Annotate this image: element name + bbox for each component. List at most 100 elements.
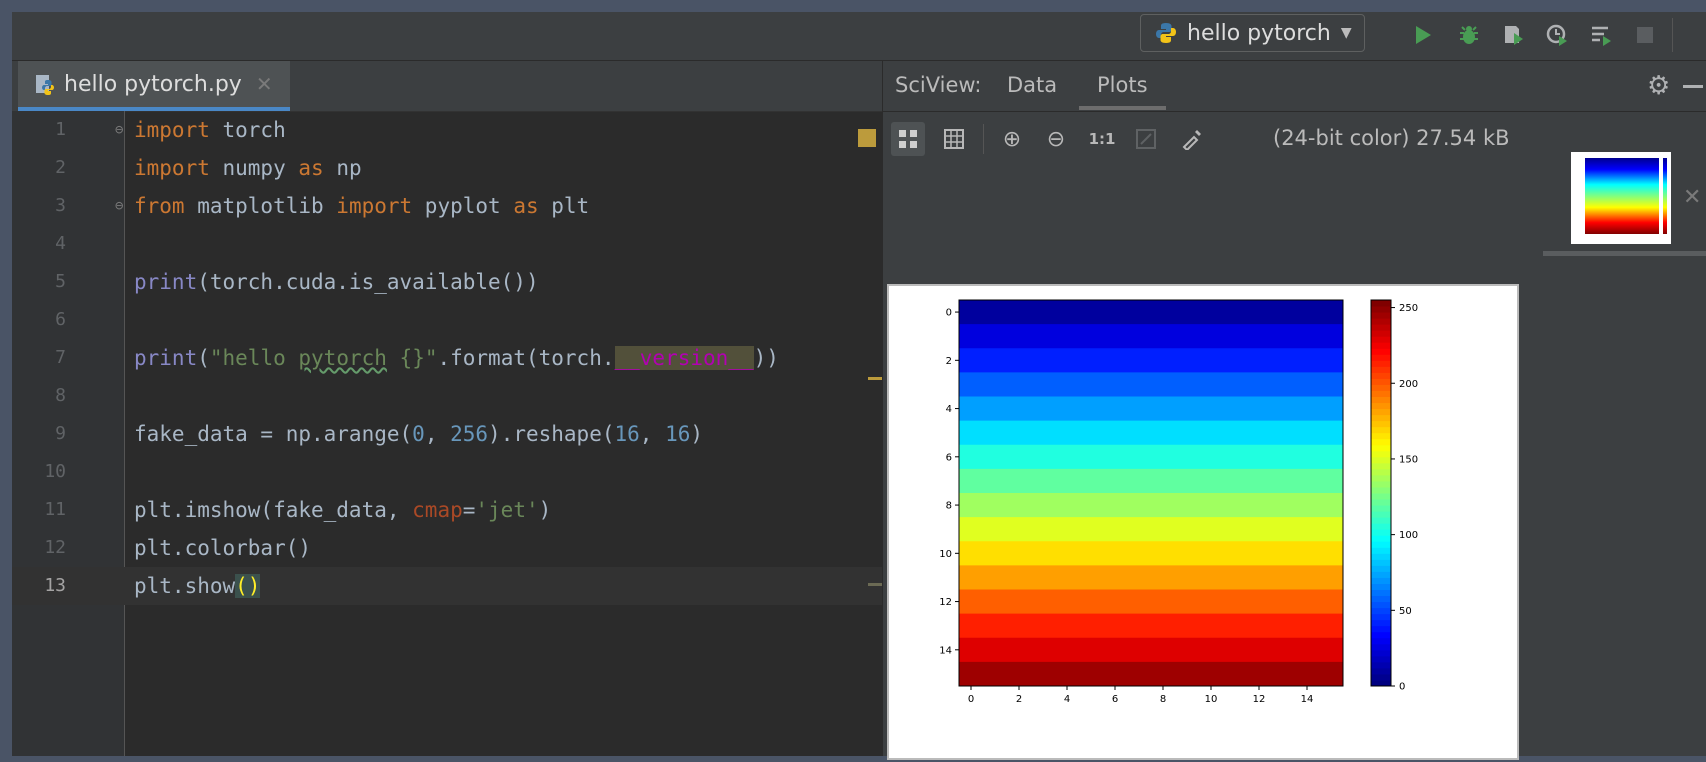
code-text: import numpy as np bbox=[134, 156, 362, 180]
heatmap-row bbox=[959, 468, 1343, 494]
python-icon bbox=[1156, 23, 1176, 43]
colorbar-segment bbox=[1371, 637, 1391, 645]
colorbar-segment bbox=[1371, 499, 1391, 506]
image-info: (24-bit color) 27.54 kB bbox=[1273, 126, 1510, 150]
colorbar-segment bbox=[1371, 390, 1391, 397]
colorbar-tick-label: 50 bbox=[1399, 606, 1412, 617]
code-line[interactable]: 4 bbox=[12, 225, 882, 263]
fit-to-window-icon[interactable] bbox=[891, 122, 925, 156]
code-line[interactable]: 9 fake_data = np.arange(0, 256).reshape(… bbox=[12, 415, 882, 453]
colorbar-segment bbox=[1371, 601, 1391, 609]
grid-icon[interactable] bbox=[937, 122, 971, 156]
colorbar-segment bbox=[1371, 306, 1391, 313]
color-picker-icon[interactable] bbox=[1175, 122, 1209, 156]
colorbar-segment bbox=[1371, 378, 1391, 385]
colorbar-segment bbox=[1371, 456, 1391, 464]
tab-data[interactable]: Data bbox=[1007, 73, 1057, 97]
y-tick-label: 6 bbox=[946, 452, 952, 463]
x-tick-label: 4 bbox=[1064, 694, 1070, 705]
tab-plots[interactable]: Plots bbox=[1079, 73, 1166, 110]
colorbar-segment bbox=[1371, 607, 1391, 615]
fit-zoom-icon[interactable] bbox=[1129, 122, 1163, 156]
colorbar-segment bbox=[1371, 366, 1391, 373]
tab-hello-pytorch-py[interactable]: hello pytorch.py ✕ bbox=[18, 61, 290, 111]
colorbar-tick-label: 0 bbox=[1399, 682, 1405, 693]
colorbar-tick-label: 250 bbox=[1399, 303, 1418, 314]
colorbar-segment bbox=[1371, 312, 1391, 319]
code-line[interactable]: 11 plt.imshow(fake_data, cmap='jet') bbox=[12, 491, 882, 529]
debug-icon[interactable] bbox=[1454, 20, 1484, 50]
line-number: 7 bbox=[55, 347, 66, 368]
warning-indicator[interactable] bbox=[858, 129, 876, 147]
x-tick-label: 14 bbox=[1301, 694, 1314, 705]
colorbar-segment bbox=[1371, 360, 1391, 367]
heatmap-row bbox=[959, 637, 1343, 663]
code-line[interactable]: 5 print(torch.cuda.is_available()) bbox=[12, 263, 882, 301]
coverage-icon[interactable] bbox=[1498, 20, 1528, 50]
colorbar-tick-label: 100 bbox=[1399, 530, 1418, 541]
ide-window: hello pytorch ▼ hello pytorch.py ✕ 1 ⊖ i… bbox=[12, 12, 1706, 760]
heatmap-row bbox=[959, 396, 1343, 422]
fold-icon[interactable]: ⊖ bbox=[115, 111, 123, 149]
colorbar-segment bbox=[1371, 583, 1391, 590]
heatmap-row bbox=[959, 348, 1343, 373]
colorbar-segment bbox=[1371, 589, 1391, 597]
code-line[interactable]: 7 print("hello pytorch {}".format(torch.… bbox=[12, 339, 882, 377]
heatmap-row bbox=[959, 541, 1343, 566]
run-configuration-selector[interactable]: hello pytorch ▼ bbox=[1140, 14, 1365, 52]
code-text: from matplotlib import pyplot as plt bbox=[134, 194, 590, 218]
colorbar-segment bbox=[1371, 673, 1391, 681]
line-number: 3 bbox=[55, 195, 66, 216]
gear-icon[interactable]: ⚙ bbox=[1647, 71, 1670, 101]
y-tick-label: 14 bbox=[939, 645, 952, 656]
code-line[interactable]: 1 ⊖ import torch bbox=[12, 111, 882, 149]
colorbar-segment bbox=[1371, 324, 1391, 331]
code-text: plt.imshow(fake_data, cmap='jet') bbox=[134, 498, 552, 522]
minimize-icon[interactable] bbox=[1683, 85, 1703, 88]
close-icon[interactable]: ✕ bbox=[1683, 185, 1701, 210]
heatmap-row bbox=[959, 565, 1343, 590]
heatmap-row bbox=[959, 444, 1343, 470]
code-line[interactable]: 8 bbox=[12, 377, 882, 415]
zoom-in-icon[interactable]: ⊕ bbox=[995, 122, 1029, 156]
plot-thumbnail[interactable] bbox=[1571, 152, 1671, 244]
colorbar-segment bbox=[1371, 643, 1391, 651]
code-line[interactable]: 3 ⊖ from matplotlib import pyplot as plt bbox=[12, 187, 882, 225]
zoom-out-icon[interactable]: ⊖ bbox=[1039, 122, 1073, 156]
actual-size-button[interactable]: 1:1 bbox=[1085, 122, 1119, 156]
colorbar-segment bbox=[1371, 426, 1391, 434]
line-number: 11 bbox=[44, 499, 66, 520]
x-tick-label: 0 bbox=[968, 694, 974, 705]
concurrency-icon[interactable] bbox=[1586, 20, 1616, 50]
colorbar-tick-label: 150 bbox=[1399, 454, 1418, 465]
code-line[interactable]: 12 plt.colorbar() bbox=[12, 529, 882, 567]
code-line-current[interactable]: 13 plt.show() bbox=[12, 567, 882, 605]
code-line[interactable]: 6 bbox=[12, 301, 882, 339]
colorbar-segment bbox=[1371, 547, 1391, 554]
code-text: plt.colorbar() bbox=[134, 536, 312, 560]
y-tick-label: 8 bbox=[946, 501, 952, 512]
colorbar-segment bbox=[1371, 577, 1391, 584]
y-tick-label: 2 bbox=[946, 356, 952, 367]
colorbar-segment bbox=[1371, 474, 1391, 482]
heatmap-row bbox=[959, 589, 1343, 615]
plot-canvas: 0 2 4 6 8 10 12 14 0 2 4 6 8 10 12 14 0 50 100 150 200 250 bbox=[887, 284, 1519, 760]
colorbar-segment bbox=[1371, 486, 1391, 494]
heatmap-row bbox=[959, 517, 1343, 542]
close-icon[interactable]: ✕ bbox=[256, 72, 273, 96]
line-number: 1 bbox=[55, 119, 66, 140]
colorbar-segment bbox=[1371, 541, 1391, 548]
x-tick-label: 12 bbox=[1253, 694, 1266, 705]
fold-icon[interactable]: ⊖ bbox=[115, 187, 123, 225]
stop-icon[interactable] bbox=[1630, 20, 1660, 50]
code-line[interactable]: 2 import numpy as np bbox=[12, 149, 882, 187]
code-line[interactable]: 10 bbox=[12, 453, 882, 491]
colorbar-segment bbox=[1371, 667, 1391, 675]
colorbar-segment bbox=[1371, 432, 1391, 440]
colorbar-segment bbox=[1371, 480, 1391, 488]
run-icon[interactable] bbox=[1408, 20, 1438, 50]
editor-tab-bar: hello pytorch.py ✕ bbox=[12, 61, 882, 112]
run-configuration-label: hello pytorch bbox=[1187, 20, 1331, 46]
y-tick-label: 12 bbox=[939, 597, 952, 608]
profile-icon[interactable] bbox=[1542, 20, 1572, 50]
